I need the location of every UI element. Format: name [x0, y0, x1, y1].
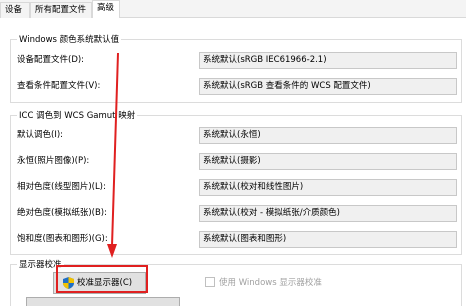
tab-devices[interactable]: 设备 [0, 2, 30, 18]
tab-all-profiles[interactable]: 所有配置文件 [30, 2, 92, 18]
advanced-panel: Windows 颜色系统默认值 设备配置文件(D): 系统默认(sRGB IEC… [0, 18, 466, 306]
tab-advanced[interactable]: 高级 [92, 0, 120, 19]
red-arrow [107, 52, 119, 258]
tab-bar: 设备 所有配置文件 高级 [0, 0, 466, 19]
